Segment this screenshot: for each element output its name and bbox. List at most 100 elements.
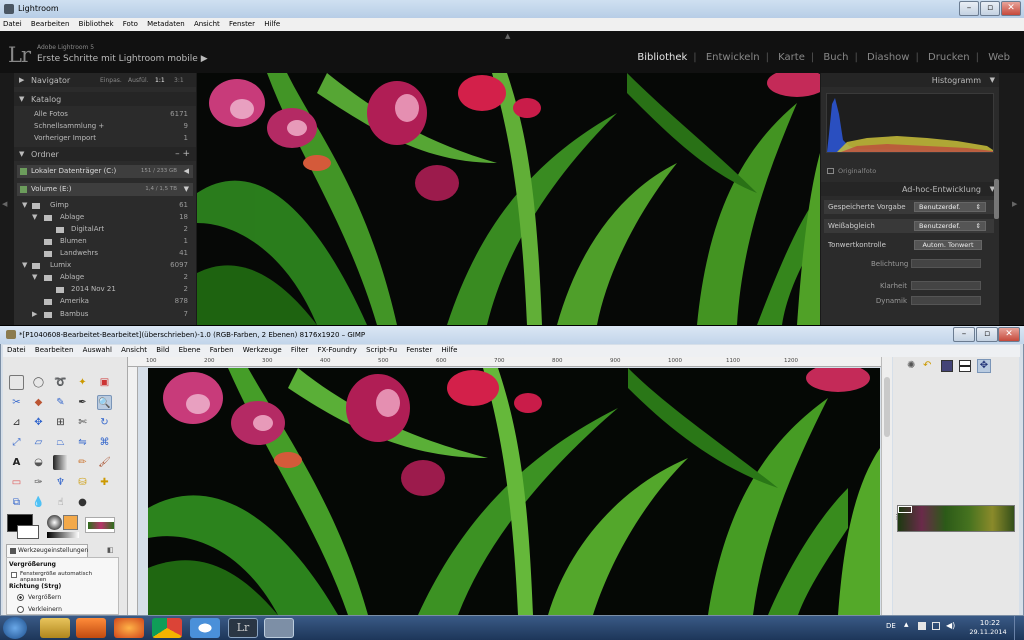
- folder-row[interactable]: ▼ Gimp 61: [14, 200, 196, 211]
- saved-preset-dropdown[interactable]: Benutzerdef. ⇕: [914, 202, 986, 212]
- bucket-fill-tool-icon[interactable]: ◒: [31, 455, 46, 470]
- folder-row[interactable]: ▼ Lumix 6097: [14, 260, 196, 271]
- horizontal-ruler[interactable]: 100 200 300 400 500 600 700 800 900 1000…: [128, 357, 881, 367]
- gimp-menu-filter[interactable]: Filter: [287, 345, 311, 354]
- module-buch[interactable]: Buch: [823, 52, 848, 63]
- tool-options-tab[interactable]: Werkzeugeinstellungen: [6, 544, 88, 557]
- navigation-viewport[interactable]: [898, 506, 912, 513]
- channels-icon[interactable]: [959, 360, 971, 372]
- scissors-tool-icon[interactable]: ✂: [9, 395, 24, 410]
- minimize-button[interactable]: –: [959, 1, 979, 16]
- shear-tool-icon[interactable]: ▱: [31, 435, 46, 450]
- folder-row[interactable]: Amerika 878: [14, 296, 196, 307]
- paintbrush-tool-icon[interactable]: 🖌: [97, 455, 112, 470]
- volume-icon[interactable]: ◀): [946, 621, 955, 630]
- module-bibliothek[interactable]: Bibliothek: [637, 52, 687, 63]
- gimp-menu-bild[interactable]: Bild: [152, 345, 172, 354]
- zoom-in-icon[interactable]: ✺: [907, 360, 919, 372]
- measure-tool-icon[interactable]: ⊿: [9, 415, 24, 430]
- menu-hilfe[interactable]: Hilfe: [261, 18, 284, 28]
- gimp-menu-datei[interactable]: Datei: [3, 345, 29, 354]
- volume-menu-icon[interactable]: ◀: [184, 167, 189, 175]
- menu-bearbeiten[interactable]: Bearbeiten: [28, 18, 73, 28]
- messenger-taskbar-icon[interactable]: [190, 618, 220, 638]
- ink-tool-icon[interactable]: ♆: [53, 475, 68, 490]
- menu-metadaten[interactable]: Metadaten: [144, 18, 189, 28]
- exposure-stepper[interactable]: [911, 259, 981, 268]
- zoom-1-1[interactable]: 1:1: [155, 77, 165, 84]
- volume-menu-icon[interactable]: ▼: [184, 185, 189, 193]
- vibrance-stepper[interactable]: [911, 296, 981, 305]
- media-player-taskbar-icon[interactable]: [76, 618, 106, 638]
- gimp-menu-ebene[interactable]: Ebene: [175, 345, 204, 354]
- histogram-header[interactable]: Histogramm ▼: [821, 73, 999, 87]
- gimp-close-button[interactable]: ✕: [998, 327, 1020, 342]
- gimp-menu-farben[interactable]: Farben: [206, 345, 237, 354]
- folder-add-remove-button[interactable]: – +: [175, 149, 190, 159]
- zoom-fit[interactable]: Einpas.: [100, 77, 122, 84]
- gimp-canvas[interactable]: [148, 368, 880, 615]
- flip-tool-icon[interactable]: ⇋: [75, 435, 90, 450]
- vertical-scrollbar[interactable]: [881, 357, 892, 615]
- volume-e[interactable]: Volume (E:) 1,4 / 1,5 TB ▼: [17, 183, 193, 196]
- collapse-top-arrow-icon[interactable]: ▲: [505, 32, 510, 40]
- explorer-taskbar-icon[interactable]: [40, 618, 70, 638]
- layers-icon[interactable]: [941, 360, 953, 372]
- right-panel-collapse-icon[interactable]: ▶: [1012, 200, 1017, 208]
- zoom-3-1[interactable]: 3:1: [174, 77, 184, 84]
- auto-tone-button[interactable]: Autom. Tonwert: [914, 240, 982, 250]
- clock-time[interactable]: 10:22: [970, 619, 1010, 627]
- catalog-item[interactable]: Vorheriger Import 1: [14, 133, 196, 144]
- color-picker-tool-icon[interactable]: ✒: [75, 395, 90, 410]
- background-color-swatch[interactable]: [17, 525, 39, 539]
- gimp-menu-fx-foundry[interactable]: FX-Foundry: [313, 345, 359, 354]
- menu-bibliothek[interactable]: Bibliothek: [76, 18, 118, 28]
- catalog-header[interactable]: ▼ Katalog: [14, 92, 196, 106]
- navigator-header[interactable]: ▶ Navigator Einpas. Ausfül. 1:1 3:1: [14, 73, 196, 87]
- tab-menu-icon[interactable]: ◧: [107, 546, 114, 554]
- white-balance-dropdown[interactable]: Benutzerdef. ⇕: [914, 221, 986, 231]
- blend-tool-icon[interactable]: [53, 455, 68, 470]
- folder-row[interactable]: DigitalArt 2: [14, 224, 196, 235]
- gimp-taskbar-icon[interactable]: [264, 618, 294, 638]
- folder-row[interactable]: ▼ Ablage 2: [14, 272, 196, 283]
- clock-date[interactable]: 29.11.2014: [966, 628, 1010, 636]
- perspective-tool-icon[interactable]: ⏢: [53, 435, 68, 450]
- blur-tool-icon[interactable]: 💧: [31, 495, 46, 510]
- zoom-in-radio[interactable]: [17, 594, 24, 601]
- menu-datei[interactable]: Datei: [0, 18, 26, 28]
- quick-develop-header[interactable]: Ad-hoc-Entwicklung ▼: [821, 182, 999, 196]
- module-drucken[interactable]: Drucken: [928, 52, 970, 63]
- clone-tool-icon[interactable]: ⛁: [75, 475, 90, 490]
- original-photo-checkbox[interactable]: [827, 168, 834, 174]
- gimp-menu-script-fu[interactable]: Script-Fu: [362, 345, 400, 354]
- folder-row[interactable]: Blumen 1: [14, 236, 196, 247]
- rotate-tool-icon[interactable]: ↻: [97, 415, 112, 430]
- show-desktop-button[interactable]: [1014, 616, 1024, 640]
- gimp-menu-werkzeuge[interactable]: Werkzeuge: [239, 345, 285, 354]
- panel-scrollbar[interactable]: [994, 179, 999, 219]
- volume-c[interactable]: Lokaler Datenträger (C:) 151 / 233 GB ◀: [17, 165, 193, 178]
- image-thumbnail[interactable]: [85, 517, 115, 533]
- color-select-tool-icon[interactable]: ▣: [97, 375, 112, 390]
- brush-preview-icon[interactable]: [47, 515, 62, 530]
- airbrush-tool-icon[interactable]: ✑: [31, 475, 46, 490]
- navigation-preview[interactable]: [897, 505, 1015, 532]
- foreground-select-tool-icon[interactable]: ◆: [31, 395, 46, 410]
- action-center-icon[interactable]: [918, 622, 926, 630]
- navigation-icon[interactable]: ✥: [977, 359, 991, 373]
- history-icon[interactable]: ↶: [923, 360, 935, 372]
- left-panel-collapse-icon[interactable]: ◀: [2, 200, 7, 208]
- gimp-maximize-button[interactable]: ▫: [976, 327, 998, 342]
- crop-tool-icon[interactable]: ✄: [75, 415, 90, 430]
- fuzzy-select-tool-icon[interactable]: ✦: [75, 375, 90, 390]
- folder-row[interactable]: 2014 Nov 21 2: [14, 284, 196, 295]
- eraser-tool-icon[interactable]: ▭: [9, 475, 24, 490]
- folders-header[interactable]: ▼ Ordner – +: [14, 147, 196, 161]
- scale-tool-icon[interactable]: ⤢: [9, 435, 24, 450]
- align-tool-icon[interactable]: ⊞: [53, 415, 68, 430]
- dodge-burn-tool-icon[interactable]: ●: [75, 495, 90, 510]
- clarity-stepper[interactable]: [911, 281, 981, 290]
- gimp-menu-fenster[interactable]: Fenster: [402, 345, 435, 354]
- gimp-menu-ansicht[interactable]: Ansicht: [117, 345, 150, 354]
